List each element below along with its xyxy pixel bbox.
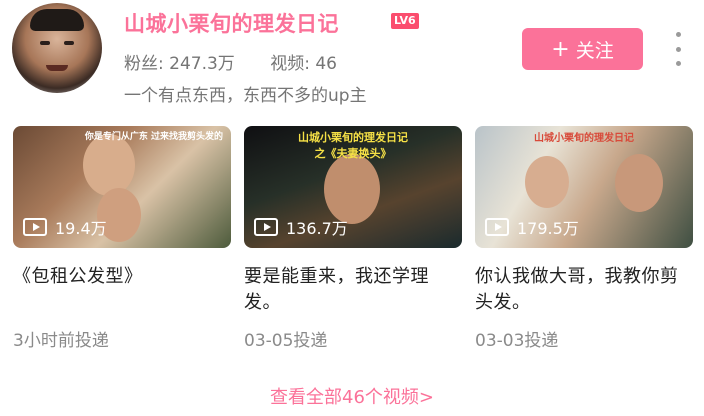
view-count: 19.4万 — [23, 215, 107, 239]
video-card[interactable]: 山城小栗旬的理发日记 179.5万 你认我做大哥，我教你剪头发。 — [475, 126, 693, 316]
channel-stats: 粉丝: 247.3万 视频: 46 — [124, 49, 367, 74]
play-icon — [485, 218, 509, 236]
video-card[interactable]: 你是专门从广东 过来找我剪头发的 19.4万 《包租公发型》 — [13, 126, 231, 290]
video-thumbnail[interactable]: 山城小栗旬的理发日记 179.5万 — [475, 126, 693, 248]
view-count-label: 136.7万 — [286, 219, 348, 238]
view-all-videos-link[interactable]: 查看全部46个视频> — [0, 383, 704, 409]
more-vertical-icon[interactable] — [668, 32, 688, 66]
video-thumbnail[interactable]: 你是专门从广东 过来找我剪头发的 19.4万 — [13, 126, 231, 248]
play-icon — [254, 218, 278, 236]
video-title[interactable]: 《包租公发型》 — [13, 264, 231, 290]
view-count: 179.5万 — [485, 215, 579, 239]
video-card[interactable]: 山城小栗旬的理发日记 之《夫妻换头》 136.7万 要是能重来，我还学理发。 — [244, 126, 462, 316]
fans-count: 粉丝: 247.3万 — [124, 54, 235, 74]
level-badge: LV6 — [391, 13, 419, 29]
view-count: 136.7万 — [254, 215, 348, 239]
play-icon — [23, 218, 47, 236]
thumbnail-caption: 山城小栗旬的理发日记 之《夫妻换头》 — [298, 131, 408, 160]
follow-label: 关注 — [575, 39, 614, 62]
video-title[interactable]: 你认我做大哥，我教你剪头发。 — [475, 264, 693, 316]
thumbnail-caption: 你是专门从广东 过来找我剪头发的 — [84, 132, 223, 142]
video-thumbnail[interactable]: 山城小栗旬的理发日记 之《夫妻换头》 136.7万 — [244, 126, 462, 248]
video-title[interactable]: 要是能重来，我还学理发。 — [244, 264, 462, 316]
channel-name[interactable]: 山城小栗旬的理发日记 — [124, 8, 339, 38]
follow-button[interactable]: + 关注 — [522, 28, 643, 70]
thumbnail-caption: 山城小栗旬的理发日记 — [534, 133, 634, 144]
view-count-label: 19.4万 — [55, 219, 107, 238]
view-count-label: 179.5万 — [517, 219, 579, 238]
channel-bio: 一个有点东西，东西不多的up主 — [124, 86, 367, 106]
avatar[interactable] — [12, 3, 102, 93]
videos-count: 视频: 46 — [270, 54, 337, 74]
video-date: 03-05投递 — [244, 331, 328, 351]
video-date: 03-03投递 — [475, 331, 559, 351]
plus-icon: + — [551, 36, 570, 62]
video-date: 3小时前投递 — [13, 331, 109, 351]
